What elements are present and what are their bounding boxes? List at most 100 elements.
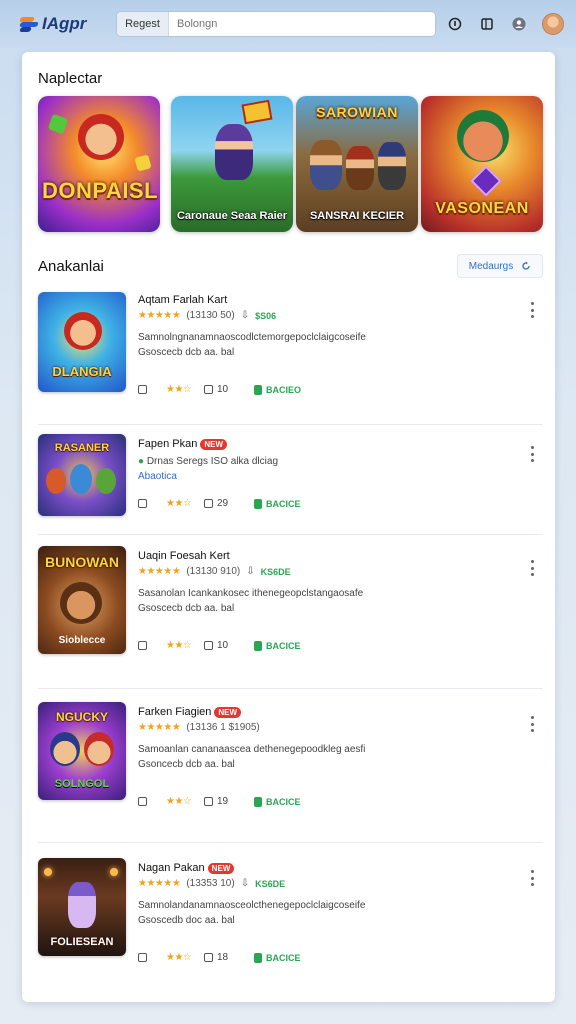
featured-row: DONPAISL Caronaue Seaa Raier SAROWIAN SA… xyxy=(38,96,543,232)
download-icon xyxy=(204,797,213,806)
featured-card-title: Caronaue Seaa Raier xyxy=(176,210,288,222)
featured-section-title: Naplectar xyxy=(38,70,103,87)
size-icon: ⇩ xyxy=(240,310,250,321)
app-size: KS6DE xyxy=(260,566,291,577)
android-icon xyxy=(254,952,262,963)
download-count: 10 xyxy=(217,640,229,651)
list-item[interactable]: NGUCKY SOLNGOL Farken Fiagien NEW ★★★★★ (… xyxy=(38,702,543,822)
app-description: Samnolandanamnaosceolcthenegepoclclaigco… xyxy=(138,900,366,911)
size-icon: ⇩ xyxy=(246,566,255,577)
android-icon xyxy=(254,498,262,509)
app-size: KS6DE xyxy=(255,878,286,889)
app-size: $S06 xyxy=(255,310,277,321)
divider xyxy=(38,534,543,535)
rating-stars: ★★★★★ xyxy=(138,566,181,577)
app-title: Uaqin Foesah Kert xyxy=(138,550,230,562)
more-options-icon[interactable] xyxy=(527,560,537,576)
user-avatar[interactable] xyxy=(542,13,564,35)
see-more-button[interactable]: Medaurgs xyxy=(457,254,543,278)
new-badge: NEW xyxy=(200,438,227,450)
library-icon[interactable] xyxy=(478,15,496,33)
device-icon xyxy=(138,953,147,962)
logo-icon xyxy=(19,16,39,32)
list-section-title: Anakanlai xyxy=(38,258,104,275)
app-thumbnail[interactable]: DLANGIA xyxy=(38,292,126,392)
featured-card[interactable]: DONPAISL xyxy=(38,96,160,232)
price-stars: ★★☆ xyxy=(166,498,192,509)
download-icon xyxy=(204,385,213,394)
thumbnail-title: DLANGIA xyxy=(52,364,112,379)
app-description-2: Gsoscedb doc aa. bal xyxy=(138,915,235,926)
app-description-2: Gsoncecb dcb aa. bal xyxy=(138,759,235,770)
price-stars: ★★☆ xyxy=(166,796,192,807)
app-name: IAgpr xyxy=(42,14,87,33)
android-icon xyxy=(254,640,262,651)
rating-count: (13136 1 $1905) xyxy=(186,722,260,733)
list-item[interactable]: RASANER Fapen Pkan NEW ● Drnas Seregs ISO… xyxy=(38,434,543,534)
app-description: Samoanlan cananaascea dethenegepoodkleg … xyxy=(138,744,366,755)
see-more-label: Medaurgs xyxy=(468,260,514,272)
thumbnail-title: RASANER xyxy=(54,442,110,454)
thumbnail-title: BUNOWAN xyxy=(45,554,119,570)
size-icon: ⇩ xyxy=(240,878,250,889)
top-bar: IAgpr Regest xyxy=(0,0,576,48)
app-logo[interactable]: IAgpr xyxy=(19,14,96,34)
rating-count: (13130 910) xyxy=(186,566,241,577)
app-thumbnail[interactable]: FOLIESEAN xyxy=(38,858,126,956)
account-icon[interactable] xyxy=(510,15,528,33)
main-card: Naplectar DONPAISL Caronaue Seaa Raier S… xyxy=(22,52,555,1002)
device-icon xyxy=(138,499,147,508)
price-stars: ★★☆ xyxy=(166,640,192,651)
divider xyxy=(38,688,543,689)
thumbnail-title: FOLIESEAN xyxy=(50,936,114,948)
app-description: Sasanolan Icankankosec ithenegeopclstang… xyxy=(138,588,364,599)
search-scope-button[interactable]: Regest xyxy=(117,12,169,36)
featured-card-title: DONPAISL xyxy=(42,178,159,203)
list-item[interactable]: FOLIESEAN Nagan Pakan NEW ★★★★★ (13353 10… xyxy=(38,858,543,968)
app-thumbnail[interactable]: BUNOWAN Sioblecce xyxy=(38,546,126,654)
app-description: Samnolngnanamnaoscodlctemorgepoclclaigco… xyxy=(138,332,366,343)
rating-count: (13130 50) xyxy=(186,310,235,321)
download-icon xyxy=(204,499,213,508)
device-icon xyxy=(138,641,147,650)
divider xyxy=(38,842,543,843)
app-title: Farken Fiagien xyxy=(138,706,212,718)
download-count: 10 xyxy=(217,384,229,395)
android-icon xyxy=(254,796,262,807)
new-badge: NEW xyxy=(214,706,242,718)
android-icon xyxy=(254,384,262,395)
search-input[interactable] xyxy=(169,12,435,36)
app-description-2: Gsoscecb dcb aa. bal xyxy=(138,347,235,358)
rating-stars: ★★★★★ xyxy=(138,310,181,321)
more-options-icon[interactable] xyxy=(527,716,537,732)
download-icon xyxy=(204,953,213,962)
platform-tag: BACICE xyxy=(266,640,301,651)
more-options-icon[interactable] xyxy=(527,870,537,886)
app-thumbnail[interactable]: RASANER xyxy=(38,434,126,516)
app-thumbnail[interactable]: NGUCKY SOLNGOL xyxy=(38,702,126,800)
app-description: Drnas Seregs ISO alka dlciag xyxy=(146,456,278,467)
featured-card[interactable]: VASONEAN xyxy=(421,96,543,232)
featured-card-title: VASONEAN xyxy=(435,200,529,217)
app-description-2: Gsoscecb dcb aa. bal xyxy=(138,603,235,614)
platform-tag: BACICE xyxy=(266,952,301,963)
platform-tag: BACICE xyxy=(266,498,301,509)
more-options-icon[interactable] xyxy=(527,446,537,462)
list-item[interactable]: DLANGIA Aqtam Farlah Kart ★★★★★ (13130 5… xyxy=(38,292,543,412)
featured-card[interactable]: SAROWIAN SANSRAI KECIER xyxy=(296,96,418,232)
download-count: 19 xyxy=(217,796,229,807)
list-item[interactable]: BUNOWAN Sioblecce Uaqin Foesah Kert ★★★★… xyxy=(38,546,543,676)
featured-card-subtitle: SAROWIAN xyxy=(316,104,398,120)
app-link[interactable]: Abaotica xyxy=(138,469,418,484)
device-icon xyxy=(138,385,147,394)
price-stars: ★★☆ xyxy=(166,384,192,395)
featured-card[interactable]: Caronaue Seaa Raier xyxy=(171,96,293,232)
info-icon[interactable] xyxy=(446,15,464,33)
download-count: 18 xyxy=(217,952,229,963)
rating-count: (13353 10) xyxy=(186,878,235,889)
rating-stars: ★★★★★ xyxy=(138,722,181,733)
more-options-icon[interactable] xyxy=(527,302,537,318)
check-icon: ● xyxy=(138,456,145,467)
divider xyxy=(38,424,543,425)
platform-tag: BACICE xyxy=(266,796,301,807)
